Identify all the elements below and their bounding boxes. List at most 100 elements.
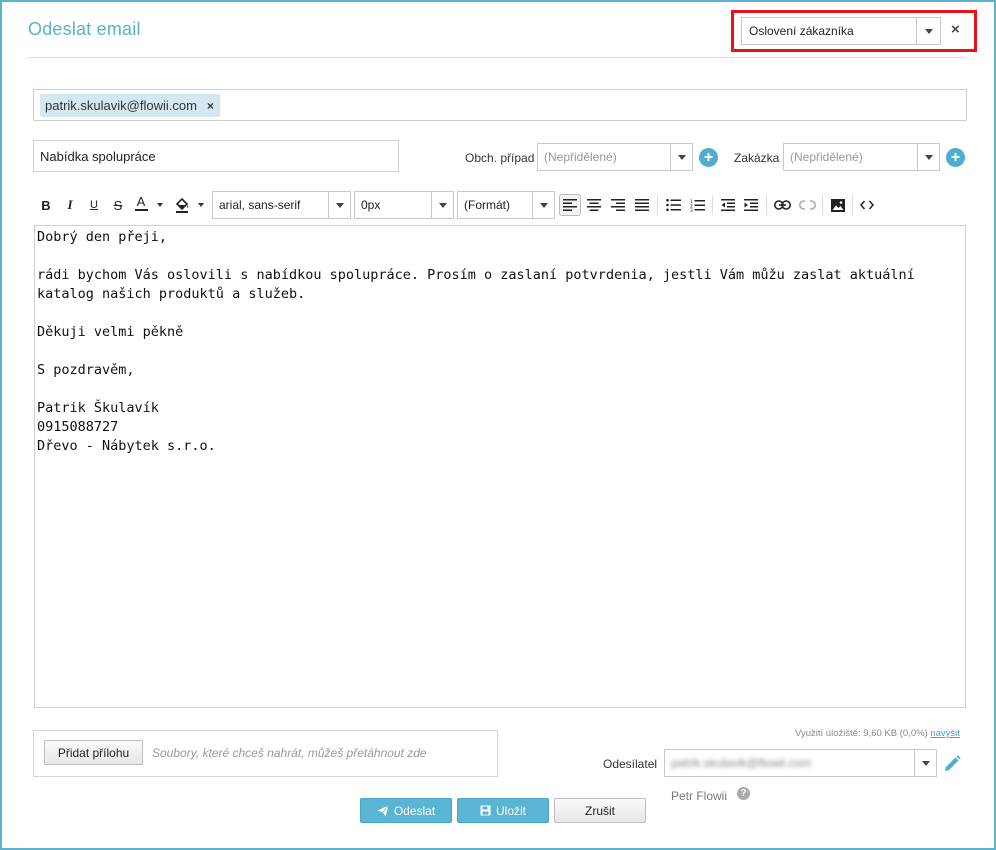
recipient-chip: patrik.skulavik@flowii.com ×: [40, 94, 220, 117]
highlight-color-dropdown[interactable]: [196, 194, 206, 216]
bullet-list-icon: [665, 199, 681, 211]
toolbar-divider: [822, 195, 823, 215]
header-divider: [26, 57, 966, 58]
remove-recipient-icon[interactable]: ×: [207, 99, 214, 113]
insert-image-button[interactable]: [828, 194, 848, 216]
sender-label: Odesílatel: [603, 757, 658, 771]
chevron-down-icon[interactable]: [532, 192, 554, 218]
add-attachment-button[interactable]: Přidat přílohu: [44, 740, 143, 765]
unlink-icon: [798, 200, 816, 210]
save-button[interactable]: Uložit: [457, 798, 549, 823]
align-right-button[interactable]: [608, 194, 628, 216]
align-justify-icon: [635, 199, 649, 211]
toolbar-divider: [657, 195, 658, 215]
toolbar-divider: [712, 195, 713, 215]
italic-button[interactable]: I: [62, 194, 78, 216]
paint-bucket-icon: [175, 197, 189, 213]
save-button-label: Uložit: [495, 803, 526, 818]
font-color-swatch: [134, 209, 148, 211]
chevron-down-icon[interactable]: [916, 18, 940, 44]
font-color-icon: A: [136, 194, 146, 209]
body-closing: S pozdravěm,: [37, 362, 135, 378]
signature-company: Dřevo - Nábytek s.r.o.: [37, 438, 216, 454]
add-zakazka-icon[interactable]: +: [946, 148, 965, 167]
align-left-icon: [563, 199, 577, 211]
unlink-button[interactable]: [796, 194, 818, 216]
pencil-icon: [945, 755, 961, 771]
signature-name: Patrik Škulavík: [37, 400, 159, 416]
font-color-dropdown[interactable]: [155, 194, 165, 216]
increase-storage-link[interactable]: navýšit: [930, 728, 960, 739]
close-button[interactable]: ×: [951, 21, 960, 38]
outdent-button[interactable]: [718, 194, 738, 216]
sender-name: Petr Flowii: [671, 789, 728, 803]
align-left-button[interactable]: [559, 194, 581, 216]
highlight-color-button[interactable]: [173, 194, 191, 216]
add-obch-pripad-icon[interactable]: +: [699, 148, 718, 167]
email-body-content[interactable]: Dobrý den přeji, rádi bychom Vás oslovil…: [37, 228, 937, 456]
strikethrough-button[interactable]: S: [110, 194, 126, 216]
sender-value: patrik.skulavik@flowii.com: [671, 756, 812, 770]
toolbar-divider: [766, 195, 767, 215]
font-color-button[interactable]: A: [133, 192, 149, 214]
edit-sender-button[interactable]: [942, 754, 962, 777]
format-select[interactable]: (Formát): [457, 191, 555, 219]
sender-select[interactable]: patrik.skulavik@flowii.com: [664, 749, 937, 777]
font-size-value: 0px: [361, 198, 381, 212]
body-paragraph: rádi bychom Vás oslovili s nabídkou spol…: [37, 267, 915, 302]
align-justify-button[interactable]: [632, 194, 652, 216]
numbered-list-icon: 123: [690, 199, 705, 212]
storage-usage-text: Využití úložiště: 9,60 KB (0,0%): [795, 728, 928, 739]
help-icon[interactable]: ?: [737, 787, 750, 800]
zakazka-value: (Nepřidělené): [790, 150, 863, 164]
image-icon: [831, 198, 845, 212]
bold-button[interactable]: B: [38, 194, 54, 216]
underline-button[interactable]: U: [86, 194, 102, 216]
chevron-down-icon[interactable]: [670, 144, 692, 170]
chevron-down-icon[interactable]: [431, 192, 453, 218]
insert-link-button[interactable]: [771, 194, 793, 216]
indent-icon: [744, 199, 758, 211]
template-select-value: Oslovení zákazníka: [749, 24, 854, 38]
chevron-down-icon[interactable]: [914, 750, 936, 776]
floppy-disk-icon: [480, 805, 491, 816]
send-button-label: Odeslat: [393, 803, 436, 818]
attachment-hint: Soubory, které chceš nahrát, můžeš přetá…: [152, 746, 427, 760]
code-icon: [860, 200, 874, 210]
signature-phone: 0915088727: [37, 419, 119, 435]
align-center-icon: [587, 199, 601, 211]
chevron-down-icon[interactable]: [917, 144, 939, 170]
body-thanks: Děkuji velmi pěkně: [37, 324, 184, 340]
obch-pripad-label: Obch. případ: [465, 151, 535, 165]
link-icon: [773, 200, 791, 210]
dialog-title: Odeslat email: [28, 19, 141, 39]
send-button[interactable]: Odeslat: [360, 798, 452, 823]
chevron-down-icon[interactable]: [328, 192, 350, 218]
subject-input[interactable]: Nabídka spolupráce: [33, 140, 399, 172]
format-value: (Formát): [464, 198, 510, 212]
email-dialog: Odeslat email Oslovení zákazníka × patri…: [0, 0, 996, 850]
storage-usage: Využití úložiště: 9,60 KB (0,0%) navýšit: [795, 728, 960, 739]
bullet-list-button[interactable]: [663, 194, 683, 216]
obch-pripad-select[interactable]: (Nepřidělené): [537, 143, 693, 171]
recipient-email: patrik.skulavik@flowii.com: [45, 98, 197, 113]
subject-value: Nabídka spolupráce: [40, 148, 156, 164]
align-center-button[interactable]: [584, 194, 604, 216]
obch-pripad-value: (Nepřidělené): [544, 150, 617, 164]
cancel-button[interactable]: Zrušit: [554, 798, 646, 823]
outdent-icon: [721, 199, 735, 211]
paper-plane-icon: [377, 804, 389, 816]
font-size-select[interactable]: 0px: [354, 191, 454, 219]
toolbar-divider: [852, 195, 853, 215]
svg-text:3: 3: [690, 208, 693, 212]
zakazka-label: Zakázka: [734, 151, 780, 165]
font-family-select[interactable]: arial, sans-serif: [212, 191, 351, 219]
indent-button[interactable]: [741, 194, 761, 216]
numbered-list-button[interactable]: 123: [687, 194, 707, 216]
align-right-icon: [611, 199, 625, 211]
body-greeting: Dobrý den přeji,: [37, 229, 168, 245]
font-family-value: arial, sans-serif: [219, 198, 301, 212]
code-view-button[interactable]: [857, 194, 877, 216]
template-select[interactable]: Oslovení zákazníka: [741, 17, 941, 45]
zakazka-select[interactable]: (Nepřidělené): [783, 143, 940, 171]
